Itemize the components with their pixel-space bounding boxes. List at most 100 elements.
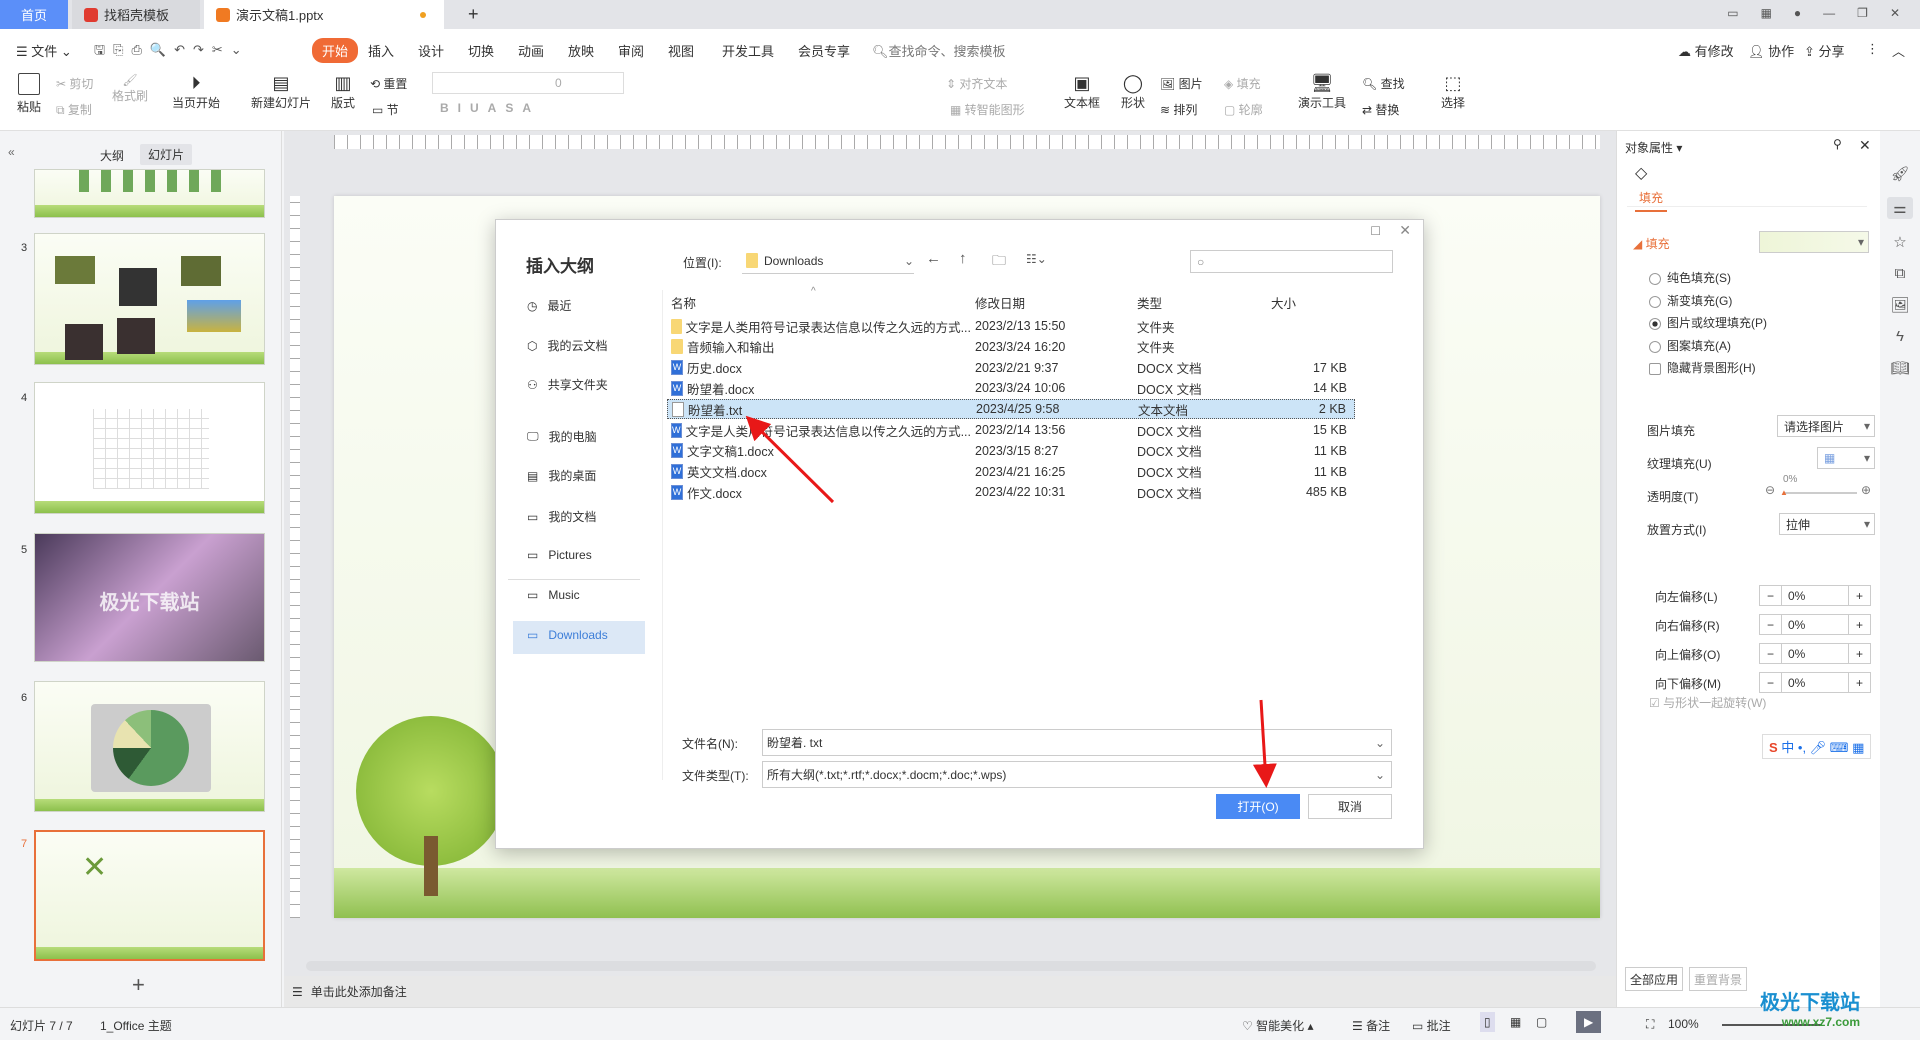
file-row[interactable]: W 文字文稿1.docx 2023/3/15 8:27 DOCX 文档 11 KB bbox=[667, 441, 1355, 461]
column-name[interactable]: 名称 bbox=[671, 293, 971, 312]
file-search-input[interactable]: ○ bbox=[1190, 250, 1393, 273]
menu-item-view[interactable]: 视图 bbox=[668, 41, 694, 60]
image-icon[interactable]: 🖼︎ bbox=[1890, 296, 1909, 314]
radio-pattern-fill[interactable]: 图案填充(A) bbox=[1649, 337, 1731, 354]
slide-thumbnail-3[interactable] bbox=[34, 233, 265, 365]
maximize-icon[interactable]: ☐ bbox=[1370, 224, 1381, 238]
up-arrow-icon[interactable]: ↑ bbox=[959, 250, 967, 267]
offset-stepper[interactable]: −0% + bbox=[1759, 672, 1871, 693]
smartart-button[interactable]: ▦ 转智能图形 bbox=[950, 101, 1025, 118]
add-slide-button[interactable]: + bbox=[132, 972, 145, 998]
collaborate-button[interactable]: 👤︎ 协作 bbox=[1748, 41, 1794, 60]
filetype-select[interactable]: 所有大纲(*.txt;*.rtf;*.docx;*.docm;*.doc;*.w… bbox=[762, 761, 1392, 788]
select-button[interactable]: ⬚ 选择 bbox=[1434, 73, 1472, 111]
texture-fill-select[interactable]: ▦ ▾ bbox=[1817, 447, 1875, 469]
nav-shared-folder[interactable]: ⚇ 共享文件夹 bbox=[527, 376, 608, 393]
back-arrow-icon[interactable]: ← bbox=[926, 250, 941, 267]
share-button[interactable]: ⇪ 分享 bbox=[1804, 41, 1845, 60]
close-icon[interactable]: ✕ bbox=[1890, 6, 1900, 20]
filename-input[interactable]: 盼望着. txt ⌄ bbox=[762, 729, 1392, 756]
menu-item-design[interactable]: 设计 bbox=[418, 41, 444, 60]
file-row[interactable]: W 文字是人类用符号记录表达信息以传之久远的方式... 2023/2/14 13:5… bbox=[667, 420, 1355, 440]
fill-button[interactable]: ◈ 填充 bbox=[1224, 75, 1261, 92]
offset-value[interactable]: 0% bbox=[1782, 615, 1848, 634]
collapse-panel-icon[interactable]: « bbox=[8, 145, 15, 159]
beautify-button[interactable]: ♡ 智能美化 ▴ bbox=[1242, 1017, 1313, 1034]
properties-icon[interactable]: ⚌ bbox=[1887, 197, 1913, 219]
placement-select[interactable]: 拉伸 ▾ bbox=[1779, 513, 1875, 535]
textbox-button[interactable]: ▣ 文本框 bbox=[1058, 73, 1106, 111]
fit-icon[interactable]: ⛶ bbox=[1646, 1017, 1654, 1032]
slide-thumbnail-2[interactable] bbox=[34, 169, 265, 218]
align-text-button[interactable]: ⇕ 对齐文本 bbox=[946, 75, 1007, 92]
minus-button[interactable]: − bbox=[1760, 615, 1782, 634]
copy-button[interactable]: ⧉ 复制 bbox=[56, 101, 92, 118]
column-size[interactable]: 大小 bbox=[1271, 293, 1296, 312]
grid-icon[interactable]: ▦ bbox=[1761, 6, 1772, 20]
menu-item-transition[interactable]: 切换 bbox=[468, 41, 494, 60]
presentation-tools-button[interactable]: 🖥︎ 演示工具 bbox=[1292, 73, 1352, 111]
play-slideshow-button[interactable]: ▶ bbox=[1576, 1011, 1602, 1033]
offset-stepper[interactable]: −0% + bbox=[1759, 585, 1871, 606]
book-search-icon[interactable]: 📖︎ bbox=[1890, 359, 1909, 377]
ime-toolbar[interactable]: S 中 •, 🎤︎ ⌨ ▦ bbox=[1762, 734, 1872, 759]
reading-view-icon[interactable]: ▢ bbox=[1536, 1015, 1547, 1029]
panel-title[interactable]: 对象属性 ▾ bbox=[1625, 139, 1682, 156]
plus-button[interactable]: + bbox=[1848, 615, 1870, 634]
dialog-close-icon[interactable]: ✕ bbox=[1399, 222, 1411, 239]
font-style-buttons[interactable]: BIUASA bbox=[440, 101, 540, 115]
slide-thumbnail-6[interactable] bbox=[34, 681, 265, 812]
file-row[interactable]: W 作文.docx 2023/4/22 10:31 DOCX 文档 485 KB bbox=[667, 482, 1355, 502]
find-button[interactable]: 🔍︎ 查找 bbox=[1362, 75, 1405, 92]
nav-my-computer[interactable]: 🖵 我的电脑 bbox=[527, 428, 597, 445]
open-button[interactable]: 打开(O) bbox=[1216, 794, 1300, 819]
slide-thumbnail-4[interactable] bbox=[34, 382, 265, 514]
picture-button[interactable]: 🖼︎ 图片 bbox=[1160, 75, 1203, 92]
tab-slides[interactable]: 幻灯片 bbox=[140, 144, 193, 165]
slide-thumbnail-5[interactable]: 极光下载站 bbox=[34, 533, 265, 662]
new-folder-icon[interactable]: 🗀 bbox=[992, 250, 1006, 274]
play-from-current-button[interactable]: ⏵ 当页开始 bbox=[166, 73, 226, 111]
horizontal-ruler[interactable] bbox=[334, 135, 1600, 149]
star-icon[interactable]: ☆ bbox=[1893, 233, 1906, 251]
nav-downloads[interactable]: ▭ Downloads bbox=[527, 628, 608, 642]
collapse-ribbon-icon[interactable]: ︿ bbox=[1892, 41, 1905, 60]
zoom-level[interactable]: 100% bbox=[1668, 1017, 1699, 1031]
nav-cloud-docs[interactable]: ⬡ 我的云文档 bbox=[527, 337, 608, 354]
fill-preview-select[interactable]: ▾ bbox=[1759, 231, 1869, 253]
radio-solid-fill[interactable]: 纯色填充(S) bbox=[1649, 269, 1731, 286]
hide-background-checkbox[interactable]: 隐藏背景图形(H) bbox=[1649, 359, 1756, 376]
nav-recent[interactable]: ◷ 最近 bbox=[527, 297, 572, 314]
tab-fill[interactable]: 填充 bbox=[1635, 189, 1668, 212]
menu-item-slideshow[interactable]: 放映 bbox=[568, 41, 594, 60]
nav-music[interactable]: ▭ Music bbox=[527, 588, 580, 602]
font-family-select[interactable]: 0 bbox=[432, 72, 624, 94]
cut-button[interactable]: ✂ 剪切 bbox=[56, 75, 93, 92]
horizontal-scrollbar[interactable] bbox=[306, 961, 1596, 971]
menu-item-insert[interactable]: 插入 bbox=[368, 41, 394, 60]
rocket-icon[interactable]: 🚀︎ bbox=[1890, 165, 1909, 183]
slide-thumbnail-7[interactable]: ✕ bbox=[34, 830, 265, 961]
plus-button[interactable]: + bbox=[1848, 644, 1870, 663]
reset-button[interactable]: ⟲ 重置 bbox=[370, 75, 407, 92]
tab-docer[interactable]: 找稻壳模板 bbox=[72, 0, 200, 29]
fill-section-toggle[interactable]: ◢ 填充 bbox=[1633, 235, 1670, 252]
menu-item-member[interactable]: 会员专享 bbox=[798, 41, 850, 60]
more-icon[interactable]: ⋮ bbox=[1866, 41, 1879, 57]
vertical-scrollbar[interactable] bbox=[1604, 196, 1614, 956]
tab-document[interactable]: 演示文稿1.pptx bbox=[204, 0, 444, 29]
layout-icon[interactable]: ▭ bbox=[1727, 6, 1738, 20]
decrease-icon[interactable]: ⊖ bbox=[1765, 483, 1775, 497]
sorter-view-icon[interactable]: ▦ bbox=[1510, 1015, 1521, 1029]
transparency-slider[interactable]: ▲ bbox=[1780, 488, 1857, 497]
tab-home[interactable]: 首页 bbox=[0, 0, 68, 29]
section-button[interactable]: ▭ 节 bbox=[372, 101, 399, 118]
menu-item-review[interactable]: 审阅 bbox=[618, 41, 644, 60]
changes-button[interactable]: ☁ 有修改 bbox=[1678, 41, 1734, 60]
minus-button[interactable]: − bbox=[1760, 586, 1782, 605]
outline-button[interactable]: ▢ 轮廓 bbox=[1224, 101, 1263, 118]
command-search[interactable]: 🔍︎查找命令、搜索模板 bbox=[872, 41, 1006, 60]
file-row[interactable]: W 盼望着.docx 2023/3/24 10:06 DOCX 文档 14 KB bbox=[667, 378, 1355, 398]
notes-bar[interactable]: ☰ 单击此处添加备注 bbox=[284, 976, 1616, 1007]
plus-button[interactable]: + bbox=[1848, 673, 1870, 692]
